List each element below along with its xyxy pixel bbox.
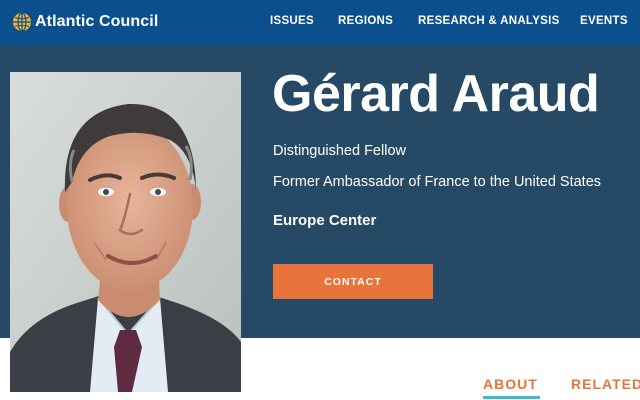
site-logo[interactable]: Atlantic Council xyxy=(12,8,158,36)
globe-icon xyxy=(12,12,32,32)
nav-item-events[interactable]: EVENTS xyxy=(580,15,628,27)
contact-button[interactable]: CONTACT xyxy=(273,264,433,299)
site-logo-text: Atlantic Council xyxy=(35,13,159,30)
top-navigation-bar: Atlantic Council ISSUES REGIONS RESEARCH… xyxy=(0,0,640,45)
profile-former-role: Former Ambassador of France to the Unite… xyxy=(273,174,602,190)
nav-item-research-analysis[interactable]: RESEARCH & ANALYSIS xyxy=(418,15,560,27)
nav-item-regions[interactable]: REGIONS xyxy=(338,15,393,27)
profile-photo xyxy=(10,72,241,392)
tab-related[interactable]: RELATED xyxy=(571,376,640,392)
profile-name: Gérard Araud xyxy=(272,65,600,123)
profile-center-link[interactable]: Europe Center xyxy=(273,212,376,229)
tab-about[interactable]: ABOUT xyxy=(483,376,538,392)
profile-title: Distinguished Fellow xyxy=(273,143,406,159)
active-tab-underline xyxy=(483,396,540,399)
nav-item-issues[interactable]: ISSUES xyxy=(270,15,314,27)
